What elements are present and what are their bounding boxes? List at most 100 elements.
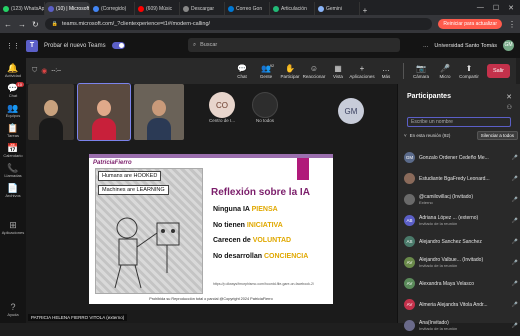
video-tile[interactable]: [28, 84, 74, 140]
participant-row[interactable]: AV Almeria Alejandra Vitola Andr... 🎤: [404, 294, 518, 315]
org-name[interactable]: Universidad Santo Tomás: [434, 43, 497, 49]
participant-row[interactable]: @camilovillacj (Invitado) Externo 🎤: [404, 189, 518, 210]
rail-badge: 10: [15, 82, 24, 87]
more-icon[interactable]: …: [423, 43, 429, 49]
meeting-control[interactable]: 🎤 Micro: [435, 64, 455, 79]
participant-row[interactable]: AV Alexandra Maya Velasco 🎤: [404, 273, 518, 294]
rail-icon: 📋: [7, 123, 19, 133]
apps-grid-icon[interactable]: ⋮⋮: [6, 42, 20, 50]
tab-label: (123) WhatsApp: [11, 5, 45, 12]
rail-label: Chat: [8, 93, 18, 98]
avatar-tile[interactable]: GM: [338, 98, 364, 124]
control-label: Compartir: [459, 73, 479, 79]
rail-item[interactable]: 👥 Equipos: [0, 103, 26, 118]
meeting-control[interactable]: ☺ Reaccionar: [303, 64, 326, 79]
rail-icon: 📞: [7, 163, 19, 173]
reload-icon[interactable]: ↻: [32, 20, 39, 29]
video-tile[interactable]: [77, 83, 131, 141]
rail-item[interactable]: 📄 Archivos: [0, 183, 26, 198]
add-people-icon[interactable]: ⚇: [507, 104, 512, 111]
browser-tab[interactable]: (Corregido): [90, 2, 135, 15]
section-header[interactable]: ˅ En esta reunión (92) Silenciar a todos: [404, 131, 518, 140]
control-label: Vista: [333, 73, 343, 79]
rail-item[interactable]: 💬 Chat 10: [0, 82, 26, 98]
meeting-control[interactable]: … Más: [376, 64, 396, 79]
meeting-control[interactable]: 💬 Chat: [232, 64, 252, 79]
presenter-caption: PATRICIA HELENA FIERRO VITOLA (externo): [28, 314, 128, 321]
avatar-tile[interactable]: No todos: [252, 92, 278, 123]
rail-label: Llamadas: [4, 173, 22, 178]
tab-label: (Corregido): [101, 5, 127, 12]
close-window-icon[interactable]: ✕: [508, 4, 514, 12]
participant-row[interactable]: AV Alejandro Valbue... (Invitado) Invitado…: [404, 252, 518, 273]
rail-item[interactable]: ? Ayuda: [0, 302, 26, 317]
avatar-tile[interactable]: CO Centro de I...: [209, 92, 235, 123]
new-teams-toggle[interactable]: [111, 42, 125, 49]
tab-label: Gemini: [326, 5, 342, 12]
rail-item[interactable]: ⊞ Aplicaciones: [0, 220, 26, 235]
new-tab-icon[interactable]: +: [360, 6, 370, 15]
slide-line: Carecen de VOLUNTAD: [213, 237, 331, 244]
rail-item[interactable]: 📋 Tareas: [0, 123, 26, 138]
maximize-icon[interactable]: ☐: [493, 4, 499, 12]
slide-line-text: No desarrollan: [213, 252, 264, 260]
browser-tab[interactable]: (123) WhatsApp: [0, 2, 45, 15]
participant-name-block: Almeria Alejandra Vitola Andr...: [419, 302, 508, 308]
user-avatar[interactable]: GM: [503, 40, 514, 51]
participant-avatar: AB: [404, 215, 415, 226]
tab-favicon-icon: [183, 5, 189, 12]
browser-tab[interactable]: Descargar: [180, 2, 225, 15]
chevron-down-icon: ˅: [404, 133, 407, 138]
update-button[interactable]: Reiniciar para actualizar: [438, 19, 502, 29]
back-icon[interactable]: ←: [4, 20, 12, 29]
control-label: Chat: [237, 73, 247, 79]
participant-row[interactable]: Estudiante BgaFredy Leonard... 🎤: [404, 168, 518, 189]
muted-mic-icon: 🎤: [511, 280, 518, 287]
muted-mic-icon: 🎤: [511, 238, 518, 245]
video-tile[interactable]: [134, 84, 184, 140]
participant-row[interactable]: Ana(Invitado) Invitado de la reunión 🎤: [404, 315, 518, 336]
rail-icon: ?: [10, 302, 16, 312]
search-input[interactable]: ⌕ Buscar: [188, 38, 400, 52]
slide-title: Reflexión sobre la IA: [211, 187, 310, 198]
browser-tab[interactable]: Gemini: [315, 2, 360, 15]
minimize-icon[interactable]: —: [477, 4, 484, 12]
mute-all-button[interactable]: Silenciar a todos: [476, 131, 518, 140]
rail-label: Actividad: [4, 73, 22, 78]
browser-tab[interactable]: Correo Gon: [225, 2, 270, 15]
search-placeholder: Buscar: [200, 42, 218, 48]
meeting-control[interactable]: ⬆ Compartir: [459, 64, 479, 79]
browser-tab[interactable]: (10) | Microsoft: [45, 2, 90, 15]
rail-label: Calendario: [3, 153, 23, 158]
participant-avatar: [404, 173, 415, 184]
url-field[interactable]: 🔒 teams.microsoft.com/_?clientexperience…: [44, 18, 433, 30]
menu-icon[interactable]: ⋮: [508, 20, 516, 29]
tab-favicon-icon: [318, 5, 324, 12]
browser-tab[interactable]: (609) Músic: [135, 2, 180, 15]
rail-item[interactable]: 📞 Llamadas: [0, 163, 26, 178]
forward-icon[interactable]: →: [18, 20, 26, 29]
browser-tab[interactable]: Articulación: [270, 2, 315, 15]
rail-item[interactable]: 🔔 Actividad: [0, 63, 26, 78]
rail-item[interactable]: 📅 Calendario: [0, 143, 26, 158]
meeting-control[interactable]: ▦ Vista: [328, 64, 348, 79]
meeting-control[interactable]: ✋ Participar: [280, 64, 300, 79]
meeting-control[interactable]: 📷 Cámara: [411, 64, 431, 79]
leave-button[interactable]: Salir: [486, 64, 510, 78]
close-icon[interactable]: ✕: [506, 93, 512, 101]
participant-name: Alejandro Sanchez Sanchez: [419, 238, 482, 245]
slide-link[interactable]: https://p.dlways/fmorphismo.com/hoontd-f…: [213, 282, 331, 286]
participant-row[interactable]: AB Adriana López ... (externo) Invitado de…: [404, 210, 518, 231]
meeting-control[interactable]: 👥 Gente 92: [256, 63, 276, 79]
meeting-control[interactable]: + Aplicaciones: [349, 64, 374, 79]
participant-video: [39, 100, 63, 140]
rail-icon: 🔔: [7, 63, 19, 73]
rail-label: Aplicaciones: [1, 230, 25, 235]
lock-icon: 🔒: [51, 21, 58, 27]
participant-row[interactable]: AS Alejandro Sanchez Sanchez 🎤: [404, 231, 518, 252]
tab-label: Descargar: [191, 5, 215, 12]
participant-search-input[interactable]: Escribe un nombre: [407, 117, 511, 127]
tab-label: Articulación: [281, 5, 307, 12]
participant-row[interactable]: GM Gonzalo Ordener Cedeño Me... 🎤: [404, 147, 518, 168]
slide-line: No desarrollan CONCIENCIA: [213, 253, 331, 260]
